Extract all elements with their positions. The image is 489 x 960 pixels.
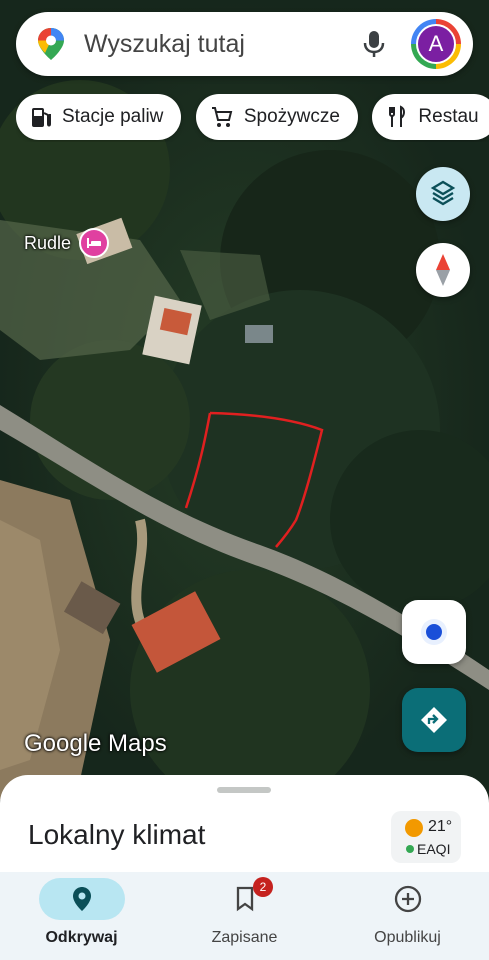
- chip-restaurants[interactable]: Restau: [372, 94, 489, 140]
- google-maps-watermark: Google Maps: [24, 730, 167, 757]
- restaurant-icon: [389, 105, 406, 127]
- nav-saved[interactable]: 2 Zapisane: [163, 872, 326, 960]
- cart-icon: [211, 107, 233, 127]
- directions-icon: [421, 707, 447, 733]
- bottom-sheet[interactable]: Lokalny klimat 21° EAQI: [0, 775, 489, 875]
- chip-label: Spożywcze: [243, 106, 340, 127]
- air-quality-dot-icon: [406, 845, 414, 853]
- microphone-icon[interactable]: [361, 29, 387, 59]
- nav-label: Zapisane: [211, 929, 278, 946]
- bookmark-icon: [236, 886, 253, 912]
- my-location-button[interactable]: [402, 600, 466, 664]
- maps-logo-icon: [38, 28, 64, 60]
- nav-icon-container: [38, 878, 125, 920]
- account-avatar[interactable]: A: [411, 19, 461, 69]
- gas-station-icon: [32, 108, 51, 127]
- layers-icon: [430, 180, 456, 206]
- compass-icon: [436, 254, 450, 286]
- directions-button[interactable]: [402, 688, 466, 752]
- chip-label: Restau: [418, 106, 479, 127]
- chip-gas-stations[interactable]: Stacje paliw: [16, 94, 182, 140]
- place-label: Rudle: [24, 232, 72, 253]
- search-bar[interactable]: Wyszukaj tutaj A: [16, 12, 473, 76]
- add-circle-icon: [394, 885, 421, 913]
- nav-label: Opublikuj: [374, 929, 441, 946]
- sun-icon: [405, 819, 423, 837]
- layers-button[interactable]: [416, 167, 470, 221]
- weather-widget[interactable]: 21° EAQI: [391, 811, 461, 863]
- chip-label: Stacje paliw: [62, 106, 164, 127]
- avatar-letter: A: [416, 24, 456, 64]
- sheet-drag-handle[interactable]: [217, 787, 271, 793]
- bottom-navigation: Odkrywaj 2 Zapisane Opublikuj: [0, 872, 489, 960]
- nav-icon-container: [202, 878, 288, 920]
- temperature: 21°: [428, 818, 453, 835]
- nav-explore[interactable]: Odkrywaj: [0, 872, 163, 960]
- nav-label: Odkrywaj: [45, 929, 118, 946]
- compass-button[interactable]: [416, 243, 470, 297]
- search-input[interactable]: Wyszukaj tutaj: [84, 30, 361, 59]
- place-marker[interactable]: Rudle: [24, 228, 110, 258]
- saved-badge: 2: [253, 877, 273, 897]
- explore-pin-icon: [72, 887, 91, 911]
- hotel-icon: [79, 228, 110, 258]
- category-chips: Stacje paliw Spożywcze Restau: [16, 94, 489, 142]
- location-dot-icon: [421, 619, 447, 645]
- nav-icon-container: [365, 878, 451, 920]
- chip-groceries[interactable]: Spożywcze: [195, 94, 358, 140]
- sheet-title: Lokalny klimat: [28, 819, 206, 850]
- nav-publish[interactable]: Opublikuj: [326, 872, 489, 960]
- air-quality-label: EAQI: [417, 841, 451, 857]
